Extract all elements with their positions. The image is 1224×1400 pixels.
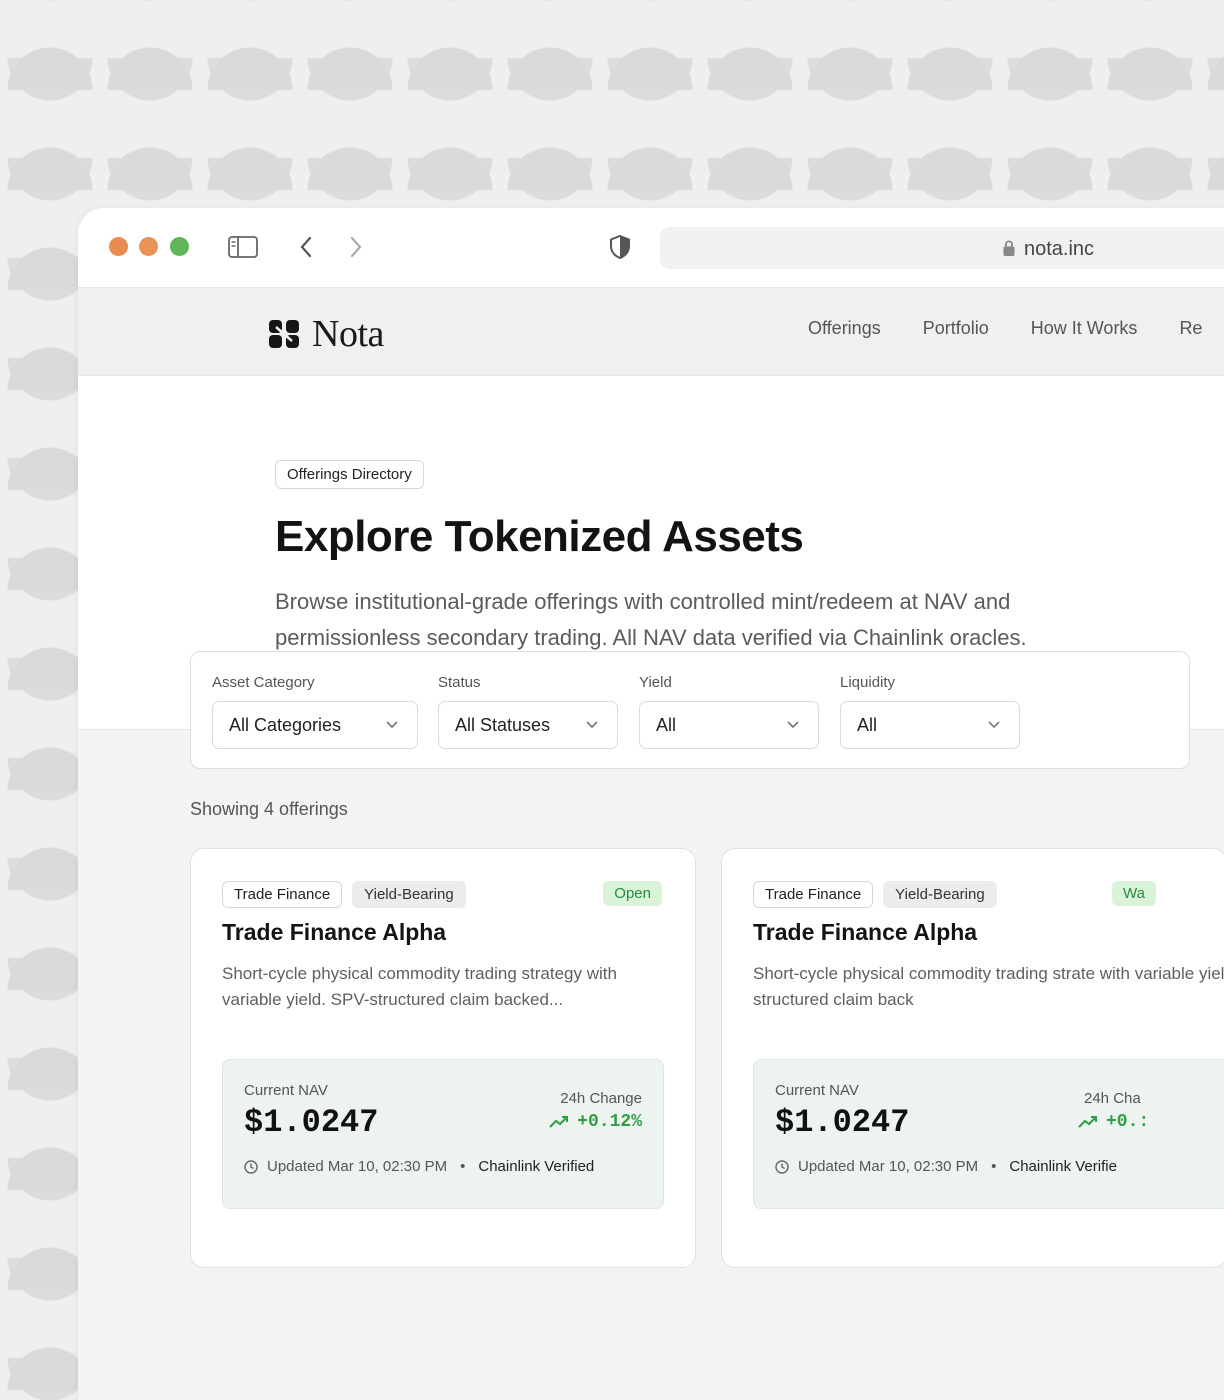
nav-value: $1.0247 [244, 1104, 379, 1141]
verified-label: Chainlink Verifie [1009, 1158, 1117, 1175]
page-title: Explore Tokenized Assets [275, 512, 804, 561]
address-bar[interactable]: nota.inc [660, 227, 1224, 269]
nav-how-it-works[interactable]: How It Works [1031, 318, 1138, 339]
tag-category: Trade Finance [753, 881, 874, 908]
yield-select[interactable]: All [639, 701, 819, 749]
site-header: Nota Offerings Portfolio How It Works Re [78, 288, 1224, 376]
nav-meta: Updated Mar 10, 02:30 PM • Chainlink Ver… [244, 1158, 594, 1175]
nav-panel: Current NAV $1.0247 24h Change +0.12% Up… [222, 1059, 664, 1209]
filter-label: Status [438, 674, 481, 691]
filter-label: Liquidity [840, 674, 896, 691]
tag-type: Yield-Bearing [883, 881, 997, 908]
browser-toolbar: nota.inc [78, 208, 1224, 288]
change-value: +0.12% [577, 1112, 642, 1132]
nav-label: Current NAV [244, 1082, 328, 1099]
clock-icon [775, 1159, 789, 1174]
sidebar-toggle-icon[interactable] [228, 236, 258, 258]
status-badge: Wa [1112, 881, 1156, 906]
chevron-down-icon [988, 721, 1000, 729]
card-description: Short-cycle physical commodity trading s… [222, 964, 617, 1009]
meta-separator: • [460, 1158, 466, 1175]
nav-value: $1.0247 [775, 1104, 910, 1141]
chevron-down-icon [386, 721, 398, 729]
shield-icon[interactable] [608, 234, 632, 260]
logo[interactable]: Nota [268, 312, 384, 356]
offering-card[interactable]: Trade Finance Yield-Bearing Open Trade F… [190, 848, 696, 1268]
asset-category-select[interactable]: All Categories [212, 701, 418, 749]
nav-offerings[interactable]: Offerings [808, 318, 881, 339]
change-value-group: +0.: [1078, 1112, 1149, 1132]
chevron-down-icon [586, 721, 598, 729]
back-arrow-icon[interactable] [296, 234, 316, 260]
nav-panel: Current NAV $1.0247 24h Cha +0.: Updated… [753, 1059, 1224, 1209]
card-tags: Trade Finance Yield-Bearing [222, 881, 476, 908]
tag-type: Yield-Bearing [352, 881, 466, 908]
logo-text: Nota [312, 313, 384, 355]
change-label: 24h Change [560, 1090, 642, 1107]
change-value: +0.: [1106, 1112, 1150, 1132]
status-badge: Open [603, 881, 662, 906]
select-value: All [857, 715, 878, 735]
close-window-button[interactable] [109, 237, 128, 256]
url-text: nota.inc [1024, 238, 1095, 260]
clock-icon [244, 1159, 258, 1174]
filter-status: Status All Statuses [438, 674, 618, 749]
main-nav: Offerings Portfolio How It Works Re [808, 318, 1224, 339]
trending-up-icon [1078, 1116, 1097, 1128]
nav-truncated-item[interactable]: Re [1179, 318, 1202, 339]
filter-asset-category: Asset Category All Categories [212, 674, 418, 749]
updated-time: Updated Mar 10, 02:30 PM [267, 1158, 448, 1175]
tag-category: Trade Finance [222, 881, 343, 908]
nota-logo-icon [269, 320, 299, 348]
change-label: 24h Cha [1084, 1090, 1141, 1107]
verified-label: Chainlink Verified [478, 1158, 595, 1175]
offering-card[interactable]: Trade Finance Yield-Bearing Wa Trade Fin… [721, 848, 1224, 1268]
lock-icon [1003, 240, 1015, 256]
offerings-directory-badge: Offerings Directory [275, 460, 424, 489]
card-description: Short-cycle physical commodity trading s… [753, 964, 1224, 1009]
nav-portfolio[interactable]: Portfolio [923, 318, 989, 339]
nav-meta: Updated Mar 10, 02:30 PM • Chainlink Ver… [775, 1158, 1117, 1175]
minimize-window-button[interactable] [139, 237, 158, 256]
select-value: All Statuses [455, 715, 551, 735]
card-title[interactable]: Trade Finance Alpha [222, 919, 446, 946]
change-value-group: +0.12% [549, 1112, 642, 1132]
page-description: Browse institutional-grade offerings wit… [275, 589, 1027, 650]
filter-liquidity: Liquidity All [840, 674, 1020, 749]
filter-label: Yield [639, 674, 672, 691]
results-count: Showing 4 offerings [190, 799, 348, 819]
meta-separator: • [991, 1158, 997, 1175]
filter-yield: Yield All [639, 674, 819, 749]
maximize-window-button[interactable] [170, 237, 189, 256]
card-title[interactable]: Trade Finance Alpha [753, 919, 977, 946]
filter-bar: Asset Category All Categories Status All… [190, 651, 1190, 769]
trending-up-icon [549, 1116, 569, 1128]
card-tags: Trade Finance Yield-Bearing [753, 881, 1007, 908]
updated-time: Updated Mar 10, 02:30 PM [798, 1158, 979, 1175]
select-value: All Categories [229, 715, 342, 735]
chevron-down-icon [787, 721, 799, 729]
filter-label: Asset Category [212, 674, 315, 691]
nav-label: Current NAV [775, 1082, 859, 1099]
liquidity-select[interactable]: All [840, 701, 1020, 749]
select-value: All [656, 715, 677, 735]
status-select[interactable]: All Statuses [438, 701, 618, 749]
forward-arrow-icon[interactable] [346, 234, 366, 260]
